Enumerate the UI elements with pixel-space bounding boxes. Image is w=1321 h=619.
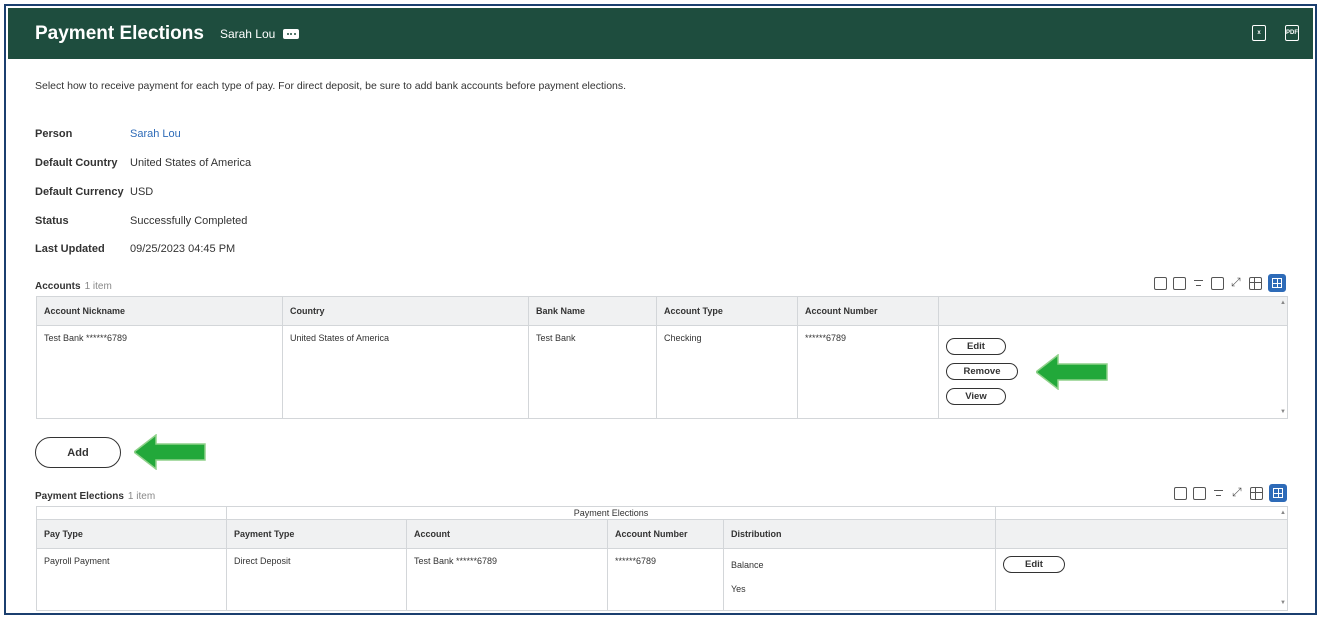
view-details-icon[interactable] [1173, 276, 1186, 290]
column-header [938, 296, 1288, 326]
view-account-button[interactable]: View [946, 388, 1006, 405]
payment-election-actions-cell: Edit [995, 548, 1288, 611]
column-header[interactable]: Account Type [656, 296, 798, 326]
arrow-left-icon [1036, 354, 1108, 390]
scroll-up-icon[interactable]: ▲ [1278, 300, 1288, 306]
table-header-row: Account Nickname Country Bank Name Accou… [36, 296, 1288, 326]
field-status: Status Successfully Completed [35, 215, 247, 227]
add-account-button[interactable]: Add [35, 437, 121, 468]
column-header[interactable]: Pay Type [36, 519, 227, 549]
field-value: United States of America [130, 157, 252, 169]
payment-type-cell: Direct Deposit [226, 548, 407, 611]
table-group-header-row: Payment Elections [36, 506, 1288, 520]
scroll-down-icon[interactable]: ▼ [1278, 409, 1288, 415]
column-header[interactable]: Account [406, 519, 608, 549]
column-group-header: Payment Elections [226, 506, 996, 520]
account-type-cell: Checking [656, 325, 798, 419]
filter-icon[interactable] [1212, 487, 1225, 500]
table-header-row: Pay Type Payment Type Account Account Nu… [36, 519, 1288, 549]
field-person: Person Sarah Lou [35, 128, 181, 140]
column-toggle-icon[interactable] [1211, 276, 1224, 290]
field-value: USD [130, 186, 154, 198]
column-header[interactable]: Distribution [723, 519, 996, 549]
payment-elections-count: 1 item [127, 491, 156, 502]
column-header[interactable]: Account Number [607, 519, 724, 549]
page-header: Payment Elections Sarah Lou x PDF [8, 8, 1313, 59]
grid-view-icon[interactable] [1269, 484, 1287, 502]
account-number-cell: ******6789 [797, 325, 939, 419]
page-title: Payment Elections [35, 22, 204, 44]
arrow-left-icon [134, 434, 206, 470]
field-default-country: Default Country United States of America [35, 157, 251, 169]
export-excel-icon[interactable] [1154, 276, 1167, 290]
pay-type-cell: Payroll Payment [36, 548, 227, 611]
related-actions-icon[interactable] [283, 28, 300, 39]
column-header [995, 519, 1288, 549]
column-group-spacer [995, 506, 1288, 520]
edit-payment-election-button[interactable]: Edit [1003, 556, 1065, 573]
account-nickname-cell: Test Bank ******6789 [36, 325, 283, 419]
bank-name-cell: Test Bank [528, 325, 657, 419]
distribution-value: Yes [731, 584, 746, 594]
account-number-cell: ******6789 [607, 548, 724, 611]
column-header[interactable]: Bank Name [528, 296, 657, 326]
page-frame: Payment Elections Sarah Lou x PDF Select… [4, 4, 1317, 615]
field-value: 09/25/2023 04:45 PM [130, 243, 236, 255]
edit-account-button[interactable]: Edit [946, 338, 1006, 355]
grid-view-icon[interactable] [1268, 274, 1286, 292]
fullscreen-icon[interactable] [1231, 485, 1244, 500]
export-excel-icon[interactable]: x [1252, 25, 1266, 41]
distribution-cell: Balance Yes [723, 548, 996, 611]
field-label: Default Country [35, 157, 118, 169]
payment-elections-title: Payment Elections [35, 491, 124, 502]
accounts-section-title: Accounts 1 item [35, 281, 112, 292]
field-last-updated: Last Updated 09/25/2023 04:45 PM [35, 243, 235, 255]
payment-elections-section-title: Payment Elections 1 item [35, 491, 155, 502]
table-view-icon[interactable] [1250, 486, 1263, 500]
scroll-down-icon[interactable]: ▼ [1278, 600, 1288, 606]
field-label: Last Updated [35, 243, 105, 255]
account-cell: Test Bank ******6789 [406, 548, 608, 611]
column-group-spacer [36, 506, 227, 520]
payment-elections-table: Payment Elections Pay Type Payment Type … [36, 506, 1288, 611]
account-actions-cell: Edit Remove View [938, 325, 1288, 419]
field-value: Successfully Completed [130, 215, 248, 227]
table-view-icon[interactable] [1249, 276, 1262, 290]
payment-elections-table-toolbar [1174, 484, 1287, 502]
accounts-count: 1 item [84, 281, 112, 292]
instructions-text: Select how to receive payment for each t… [35, 80, 627, 92]
view-details-icon[interactable] [1193, 486, 1206, 500]
column-header[interactable]: Account Number [797, 296, 939, 326]
field-label: Person [35, 128, 73, 140]
field-default-currency: Default Currency USD [35, 186, 153, 198]
accounts-table-toolbar [1154, 274, 1286, 292]
accounts-title: Accounts [35, 281, 81, 292]
remove-account-button[interactable]: Remove [946, 363, 1018, 380]
export-pdf-icon[interactable]: PDF [1285, 25, 1299, 41]
filter-icon[interactable] [1192, 277, 1205, 290]
fullscreen-icon[interactable] [1230, 275, 1243, 290]
person-link[interactable]: Sarah Lou [130, 128, 181, 140]
distribution-label: Balance [731, 560, 764, 570]
column-header[interactable]: Payment Type [226, 519, 407, 549]
column-header[interactable]: Country [282, 296, 529, 326]
scroll-up-icon[interactable]: ▲ [1278, 510, 1288, 516]
header-person-name[interactable]: Sarah Lou [220, 27, 275, 41]
field-label: Status [35, 215, 69, 227]
field-label: Default Currency [35, 186, 124, 198]
account-country-cell: United States of America [282, 325, 529, 419]
column-header[interactable]: Account Nickname [36, 296, 283, 326]
table-row: Payroll Payment Direct Deposit Test Bank… [36, 548, 1288, 611]
export-excel-icon[interactable] [1174, 486, 1187, 500]
